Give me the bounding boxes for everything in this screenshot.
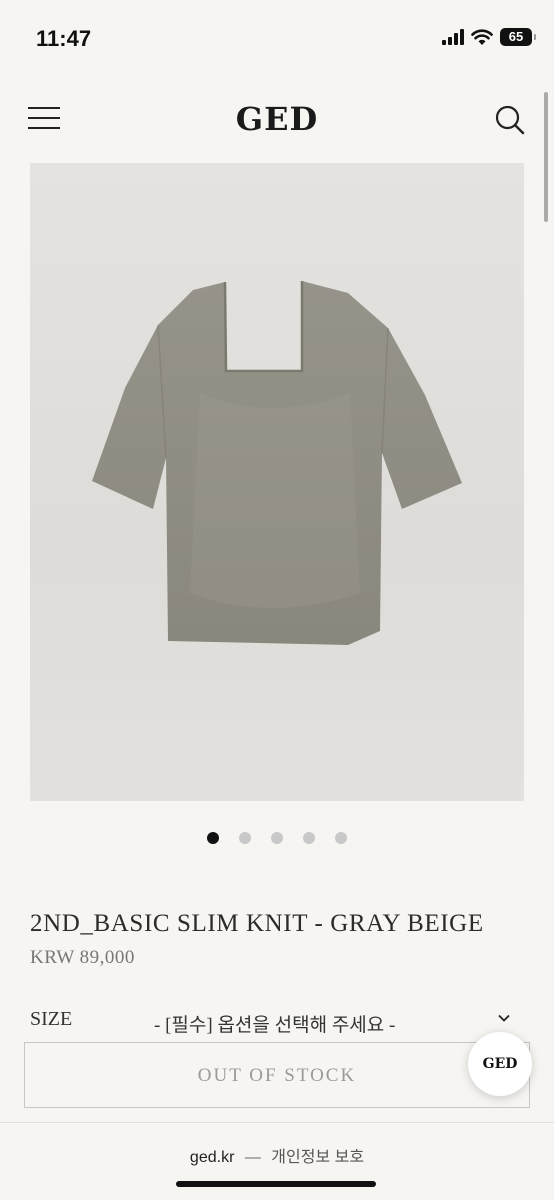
wifi-icon — [471, 28, 493, 45]
site-header: GED — [0, 90, 554, 154]
size-label: SIZE — [30, 1008, 73, 1030]
footer-separator: — — [244, 1149, 261, 1166]
status-bar: 11:47 65 — [0, 0, 554, 80]
out-of-stock-button[interactable]: OUT OF STOCK — [24, 1042, 530, 1108]
carousel-dot[interactable] — [239, 832, 251, 844]
footer-links: ged.kr — 개인정보 보호 — [0, 1143, 554, 1167]
browser-footer: ged.kr — 개인정보 보호 — [0, 1122, 554, 1200]
search-icon[interactable] — [494, 104, 526, 136]
chat-badge-button[interactable]: GED — [468, 1032, 532, 1096]
site-domain[interactable]: ged.kr — [190, 1149, 234, 1166]
scrollbar[interactable] — [544, 92, 548, 222]
product-title: 2ND_BASIC SLIM KNIT - GRAY BEIGE — [30, 910, 484, 937]
product-price: KRW 89,000 — [30, 947, 135, 968]
battery-indicator: 65 — [500, 28, 536, 46]
site-logo[interactable]: GED — [0, 100, 554, 138]
carousel-dot[interactable] — [271, 832, 283, 844]
status-time: 11:47 — [36, 26, 92, 51]
carousel-dot[interactable] — [335, 832, 347, 844]
chevron-down-icon — [498, 1014, 510, 1022]
privacy-link[interactable]: 개인정보 보호 — [271, 1149, 364, 1166]
knit-top-image — [92, 281, 462, 645]
size-select-value: - [필수] 옵션을 선택해 주세요 - — [154, 1015, 396, 1036]
carousel-dot[interactable] — [207, 832, 219, 844]
size-select[interactable]: - [필수] 옵션을 선택해 주세요 - — [150, 1008, 524, 1038]
product-image[interactable] — [30, 163, 524, 801]
image-carousel-dots — [0, 832, 554, 844]
cellular-signal-icon — [442, 29, 464, 45]
carousel-dot[interactable] — [303, 832, 315, 844]
home-indicator[interactable] — [176, 1181, 376, 1187]
status-icons: 65 — [442, 28, 536, 46]
